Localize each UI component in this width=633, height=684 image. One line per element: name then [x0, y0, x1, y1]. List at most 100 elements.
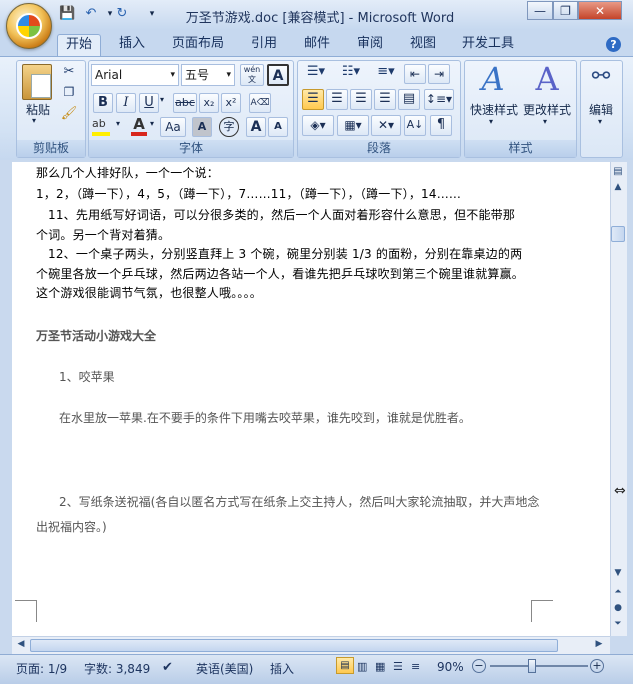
underline-dropdown-icon[interactable]: ▾ — [160, 95, 164, 104]
scroll-up-icon[interactable]: ▲ — [611, 182, 625, 196]
document-page[interactable]: 那么几个人排好队，一个一个说： 1，2，（蹲一下），4，5，（蹲一下），7……1… — [12, 162, 610, 636]
enclose-char-button[interactable]: 字 — [219, 117, 239, 137]
horizontal-scroll-thumb[interactable] — [30, 639, 558, 652]
font-color-dropdown-icon[interactable]: ▾ — [150, 119, 154, 128]
redo-icon[interactable]: ↻ — [114, 6, 130, 22]
paragraph-group-label: 段落 — [298, 140, 460, 157]
tab-review[interactable]: 审阅 — [350, 34, 390, 56]
tab-mailings[interactable]: 邮件 — [297, 34, 337, 56]
office-button[interactable] — [6, 3, 52, 49]
clipboard-group-label: 剪贴板 — [17, 140, 85, 157]
quick-styles-dropdown-icon[interactable]: ▾ — [489, 117, 493, 126]
zoom-slider-thumb[interactable] — [528, 659, 536, 673]
find-binoculars-icon[interactable]: ⚯ — [587, 64, 615, 94]
vertical-scroll-thumb[interactable] — [611, 226, 625, 242]
align-right-icon[interactable]: ☰ — [350, 89, 372, 110]
proofing-icon[interactable]: ✔ — [162, 660, 173, 675]
numbering-icon[interactable]: ☷▾ — [336, 64, 366, 84]
undo-icon[interactable]: ↶ — [83, 6, 99, 22]
bold-button[interactable]: B — [93, 93, 113, 113]
outline-view-icon[interactable]: ☰ — [393, 660, 403, 673]
superscript-button[interactable]: x² — [221, 93, 241, 113]
change-styles-icon[interactable]: A — [527, 60, 567, 100]
change-styles-label[interactable]: 更改样式 — [520, 101, 574, 118]
tab-home[interactable]: 开始 — [57, 34, 101, 56]
full-screen-reading-icon[interactable]: ▥ — [357, 660, 367, 673]
phonetic-guide-button[interactable]: wén 文 — [240, 64, 264, 86]
doc-line-1: 那么几个人排好队，一个一个说： — [36, 166, 220, 180]
quick-styles-icon[interactable]: A — [473, 60, 513, 100]
tab-references[interactable]: 引用 — [244, 34, 284, 56]
quick-styles-label[interactable]: 快速样式 — [467, 101, 521, 118]
paste-dropdown-icon[interactable]: ▾ — [32, 116, 36, 125]
browse-object-icon[interactable]: ● — [611, 603, 625, 617]
minimize-button[interactable]: — — [527, 1, 553, 20]
asian-layout-icon[interactable]: ✕▾ — [371, 115, 401, 136]
print-layout-view-icon[interactable]: ▤ — [336, 657, 354, 674]
status-word-count[interactable]: 字数: 3,849 — [84, 660, 150, 677]
justify-icon[interactable]: ☰ — [374, 89, 396, 110]
next-page-icon[interactable]: ⏷ — [611, 619, 625, 633]
change-case-button[interactable]: Aa — [160, 117, 186, 137]
italic-button[interactable]: I — [116, 93, 136, 113]
shading-icon[interactable]: ◈▾ — [302, 115, 334, 136]
char-border-button[interactable]: A — [267, 64, 289, 86]
window-title: 万圣节游戏.doc [兼容模式] - Microsoft Word — [185, 11, 455, 26]
draft-view-icon[interactable]: ≡ — [411, 660, 420, 673]
show-marks-icon[interactable]: ¶ — [430, 115, 452, 136]
web-layout-icon[interactable]: ▦ — [375, 660, 385, 673]
sort-icon[interactable]: A↓ — [404, 115, 426, 136]
editing-label[interactable]: 编辑 — [581, 101, 621, 118]
status-zoom-level[interactable]: 90% — [437, 660, 464, 674]
tab-insert[interactable]: 插入 — [112, 34, 152, 56]
tab-developer[interactable]: 开发工具 — [456, 34, 520, 56]
bullets-icon[interactable]: ☰▾ — [301, 64, 331, 84]
zoom-in-icon[interactable]: + — [590, 659, 604, 673]
multilevel-list-icon[interactable]: ≡▾ — [371, 64, 401, 84]
subscript-button[interactable]: x₂ — [199, 93, 219, 113]
status-insert-mode[interactable]: 插入 — [270, 660, 294, 677]
clear-formatting-icon[interactable]: A⌫ — [249, 93, 271, 113]
tab-page-layout[interactable]: 页面布局 — [166, 34, 230, 56]
save-icon[interactable]: 💾 — [59, 6, 75, 22]
zoom-out-icon[interactable]: − — [472, 659, 486, 673]
grow-font-button[interactable]: A — [246, 117, 266, 137]
increase-indent-icon[interactable]: ⇥ — [428, 64, 450, 84]
shrink-font-button[interactable]: A — [268, 117, 288, 137]
scroll-right-icon[interactable]: ▶ — [592, 639, 606, 653]
ruler-toggle-icon[interactable]: ▤ — [611, 166, 625, 180]
scroll-down-icon[interactable]: ▼ — [611, 568, 625, 582]
previous-page-icon[interactable]: ⏶ — [611, 587, 625, 601]
status-page[interactable]: 页面: 1/9 — [16, 660, 67, 677]
help-icon[interactable]: ? — [606, 37, 621, 52]
paste-button-label[interactable]: 粘贴 — [21, 101, 55, 118]
distributed-icon[interactable]: ▤ — [398, 89, 420, 110]
doc-item2-line1: 2、写纸条送祝福(各自以匿名方式写在纸条上交主持人，然后叫大家轮流抽取，并大声地… — [59, 495, 540, 509]
line-spacing-icon[interactable]: ↕≡▾ — [424, 89, 454, 110]
font-name-select[interactable]: Arial ▾ — [91, 64, 179, 86]
format-painter-icon[interactable]: 🖌 — [60, 106, 78, 121]
editing-dropdown-icon[interactable]: ▾ — [598, 117, 602, 126]
tab-view[interactable]: 视图 — [403, 34, 443, 56]
borders-icon[interactable]: ▦▾ — [337, 115, 369, 136]
restore-button[interactable]: ❐ — [553, 1, 578, 20]
status-language[interactable]: 英语(美国) — [196, 660, 253, 677]
zoom-slider-track[interactable] — [490, 665, 588, 667]
customize-qat-icon[interactable]: ▾ — [144, 6, 160, 22]
cut-icon[interactable]: ✂ — [60, 64, 78, 79]
font-size-select[interactable]: 五号 ▾ — [181, 64, 235, 86]
align-left-icon[interactable]: ☰ — [302, 89, 324, 110]
strikethrough-button[interactable]: abc — [173, 93, 197, 113]
copy-icon[interactable]: ❐ — [60, 85, 78, 99]
align-center-icon[interactable]: ☰ — [326, 89, 348, 110]
crop-mark-right — [531, 600, 553, 622]
font-color-icon[interactable]: A — [130, 115, 148, 137]
close-button[interactable]: ✕ — [578, 1, 622, 20]
decrease-indent-icon[interactable]: ⇤ — [404, 64, 426, 84]
char-shading-button[interactable]: A — [192, 117, 212, 137]
underline-button[interactable]: U — [139, 93, 159, 113]
change-styles-dropdown-icon[interactable]: ▾ — [543, 117, 547, 126]
highlight-dropdown-icon[interactable]: ▾ — [116, 119, 120, 128]
paste-icon[interactable] — [22, 64, 52, 100]
scroll-left-icon[interactable]: ◀ — [14, 639, 28, 653]
